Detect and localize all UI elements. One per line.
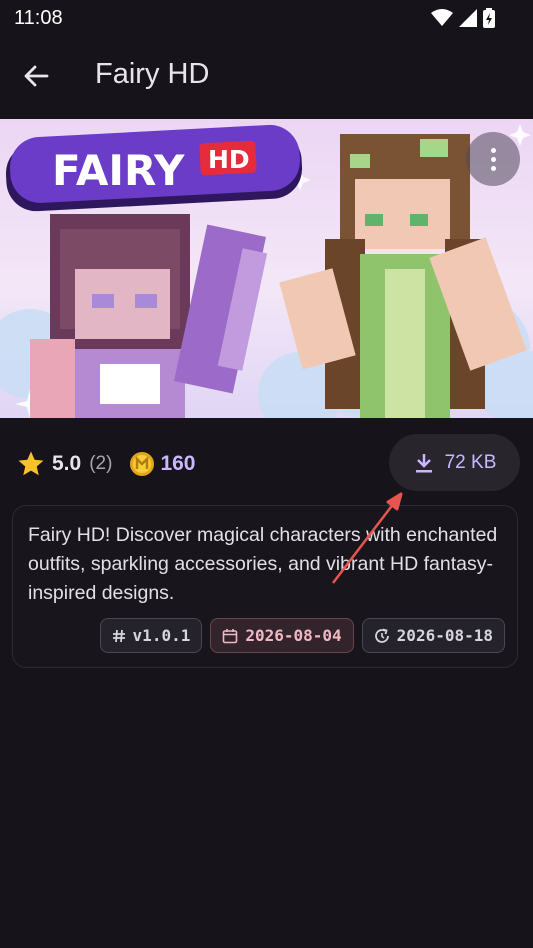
- back-button[interactable]: [16, 56, 56, 96]
- status-icons: [431, 8, 495, 28]
- rating-count: (2): [89, 453, 113, 474]
- logo-badge: HD: [208, 145, 250, 174]
- version-value: v1.0.1: [132, 626, 191, 645]
- page-title: Fairy HD: [95, 58, 210, 90]
- version-chip: v1.0.1: [99, 618, 203, 653]
- price-value: 160: [160, 452, 196, 475]
- update-icon: [374, 628, 389, 643]
- logo-word: FAIRY: [52, 146, 185, 195]
- more-options-button[interactable]: [466, 132, 520, 186]
- rating: 5.0 (2) 160: [16, 449, 195, 479]
- coin-icon: [130, 452, 155, 476]
- updated-date-chip: 2026-08-18: [361, 618, 505, 653]
- hash-icon: [112, 629, 125, 642]
- more-vert-icon: [490, 147, 496, 153]
- rating-value: 5.0: [52, 452, 82, 475]
- created-date-chip: 2026-08-04: [210, 618, 354, 653]
- chips-row: v1.0.1 2026-08-04 2026-08-18: [99, 618, 505, 653]
- battery-charging-icon: [483, 8, 495, 28]
- meta-row: 5.0 (2) 160 72 KB: [0, 434, 533, 492]
- banner-illustration: FAIRY HD: [0, 119, 533, 418]
- created-date-value: 2026-08-04: [245, 626, 342, 645]
- wifi-icon: [431, 9, 453, 26]
- download-icon: [415, 453, 432, 472]
- description-card: Fairy HD! Discover magical characters wi…: [12, 505, 518, 668]
- download-size: 72 KB: [444, 451, 497, 473]
- star-icon: [18, 451, 44, 476]
- app-bar: Fairy HD: [0, 36, 533, 116]
- price: 160: [128, 450, 195, 478]
- status-time: 11:08: [14, 7, 63, 29]
- download-button[interactable]: 72 KB: [389, 434, 520, 491]
- signal-icon: [459, 9, 477, 27]
- calendar-icon: [223, 628, 238, 643]
- description-text: Fairy HD! Discover magical characters wi…: [28, 524, 498, 604]
- updated-date-value: 2026-08-18: [396, 626, 493, 645]
- banner-image: FAIRY HD: [0, 119, 533, 418]
- status-bar: 11:08: [0, 0, 533, 36]
- arrow-left-icon: [24, 65, 49, 87]
